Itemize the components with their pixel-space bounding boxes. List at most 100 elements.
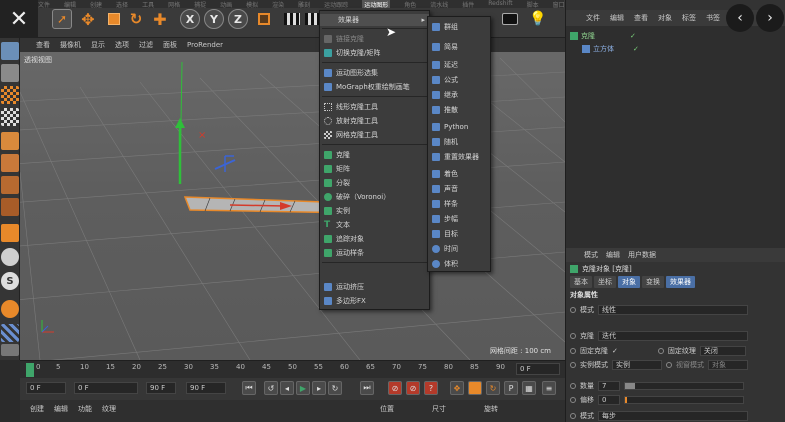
am-menu-userdata[interactable]: 用户数据 [628,250,656,260]
workplane-icon[interactable] [1,108,19,126]
keyframe-dot-icon[interactable] [570,383,576,389]
magnet-icon[interactable] [1,300,19,318]
previous-key-icon[interactable]: ↺ [264,381,278,395]
render-region-icon[interactable] [282,9,302,29]
submenu-item-group[interactable]: 群组 [428,21,490,33]
tab-transform[interactable]: 变换 [642,276,664,288]
keyframe-dot-icon[interactable] [570,413,576,419]
keyframe-dot-icon[interactable] [570,362,576,368]
move-icon[interactable]: ✥ [78,9,98,29]
step-mode-dropdown[interactable]: 每步 [598,411,748,421]
visibility-check-icon[interactable]: ✓ [633,45,639,53]
close-button[interactable]: ✕ [0,0,38,38]
go-to-end-icon[interactable]: ⏭ [360,381,374,395]
count-slider[interactable] [624,382,744,390]
preview-start-field[interactable]: 0 F [74,382,138,394]
current-frame-field[interactable]: 0 F [516,363,560,375]
object-row-cube[interactable]: 立方体 ✓ [582,43,639,54]
menu-item-effectors[interactable]: 效果器 ▸ [320,14,429,26]
om-menu-view[interactable]: 查看 [634,13,648,23]
lock-workplane-icon[interactable] [1,344,19,356]
menu-item-instance[interactable]: 实例 [320,205,429,217]
model-mode-icon[interactable] [1,64,19,82]
menu-item-tracer[interactable]: 追踪对象 [320,233,429,245]
submenu-item-random[interactable]: 随机 [428,136,490,148]
key-parameter-icon[interactable]: P [504,381,518,395]
menu-mograph[interactable]: 运动图形 [362,0,391,8]
y-axis-lock-icon[interactable]: Y [204,9,224,29]
om-menu-object[interactable]: 对象 [658,13,672,23]
keyframe-dot-icon[interactable] [570,307,576,313]
submenu-item-time[interactable]: 时间 [428,243,490,255]
menu-character[interactable]: 角色 [404,0,416,8]
menu-item-weight-brush[interactable]: MoGraph权重绘制画笔 [320,81,429,93]
offset-slider[interactable] [624,396,744,404]
camera-icon[interactable] [500,9,520,29]
count-field[interactable]: 7 [598,381,620,391]
menu-item-radial-clone-tool[interactable]: 放射克隆工具 [320,115,429,127]
vp-menu-prorender[interactable]: ProRender [187,41,223,49]
previous-frame-icon[interactable]: ◂ [280,381,294,395]
object-row-cloner[interactable]: 克隆 ✓ [570,30,636,41]
menu-select[interactable]: 选择 [116,0,128,8]
menu-plugins[interactable]: 插件 [462,0,474,8]
am-menu-mode[interactable]: 模式 [584,250,598,260]
points-mode-icon[interactable] [1,132,19,150]
tab-coord[interactable]: 坐标 [594,276,616,288]
forward-button[interactable]: › [756,4,784,32]
tab-effectors[interactable]: 效果器 [666,276,695,288]
menu-item-polyfx[interactable]: 多边形FX [320,295,429,307]
mm-menu-create[interactable]: 创建 [30,404,44,414]
om-menu-bookmarks[interactable]: 书签 [706,13,720,23]
key-scale-icon[interactable] [468,381,482,395]
vp-menu-filter[interactable]: 过滤 [139,40,153,50]
menu-item-linear-clone-tool[interactable]: 线形克隆工具 [320,101,429,113]
menu-item-mospline[interactable]: 运动样条 [320,247,429,259]
instance-mode-dropdown[interactable]: 实例 [612,360,662,370]
tab-object[interactable]: 对象 [618,276,640,288]
submenu-item-python[interactable]: Python [428,121,490,133]
timeline-ruler[interactable]: 0 5 10 15 20 25 30 35 40 45 50 55 60 65 … [20,360,565,378]
play-icon[interactable]: ▶ [296,381,310,395]
menu-item-voronoi[interactable]: 破碎（Voronoi） [320,191,429,203]
snap-icon[interactable]: S [1,272,19,290]
offset-field[interactable]: 0 [598,395,620,405]
soft-selection-icon[interactable] [1,248,19,266]
key-rotation-icon[interactable]: ↻ [486,381,500,395]
keyframe-selection-icon[interactable]: ? [424,381,438,395]
menu-sculpt[interactable]: 雕刻 [298,0,310,8]
submenu-item-sound[interactable]: 声音 [428,183,490,195]
recent-tool-icon[interactable]: ✚ [150,9,170,29]
clones-dropdown[interactable]: 迭代 [598,331,748,341]
submenu-item-inheritance[interactable]: 继承 [428,89,490,101]
am-menu-edit[interactable]: 编辑 [606,250,620,260]
polygons-mode-icon[interactable] [1,176,19,194]
keyframe-dot-icon[interactable] [570,397,576,403]
menu-file[interactable]: 文件 [38,0,50,8]
submenu-item-step[interactable]: 步幅 [428,213,490,225]
om-menu-tags[interactable]: 标签 [682,13,696,23]
menu-item-moextrude[interactable]: 运动挤压 [320,281,429,293]
om-menu-edit[interactable]: 编辑 [610,13,624,23]
menu-tracking[interactable]: 运动跟踪 [324,0,348,8]
key-pla-icon[interactable]: ▦ [522,381,536,395]
fixed-clone-checkbox[interactable]: ✓ [612,347,618,355]
menu-tools[interactable]: 工具 [142,0,154,8]
submenu-item-reeffector[interactable]: 重置效果器 [428,151,490,163]
menu-create[interactable]: 创建 [90,0,102,8]
tab-basic[interactable]: 基本 [570,276,592,288]
preview-end-field[interactable]: 90 F [146,382,176,394]
edges-mode-icon[interactable] [1,154,19,172]
menu-script[interactable]: 脚本 [527,0,539,8]
timeline-options-icon[interactable]: ≡ [542,381,556,395]
menu-redshift[interactable]: Redshift [488,0,512,8]
menu-item-link-clone[interactable]: 链接克隆 [320,33,429,45]
texture-mode-icon[interactable] [1,86,19,104]
vp-menu-options[interactable]: 选项 [115,40,129,50]
record-keys-icon[interactable]: ⊘ [388,381,402,395]
menu-mesh[interactable]: 网格 [168,0,180,8]
submenu-item-formula[interactable]: 公式 [428,74,490,86]
submenu-item-target[interactable]: 目标 [428,228,490,240]
visibility-check-icon[interactable]: ✓ [630,32,636,40]
next-key-icon[interactable]: ↻ [328,381,342,395]
